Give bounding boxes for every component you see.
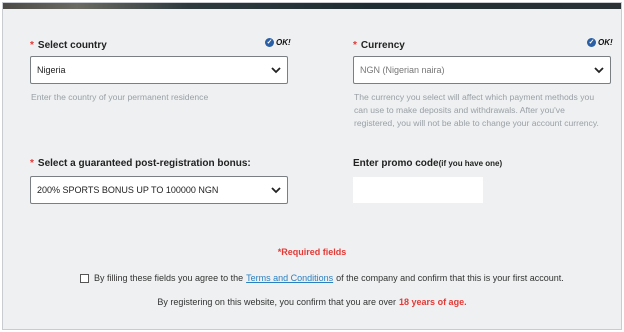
- promo-code-input[interactable]: [353, 177, 483, 203]
- currency-select[interactable]: NGN (Nigerian naira): [353, 56, 611, 84]
- country-hint: Enter the country of your permanent resi…: [31, 92, 209, 102]
- registration-form: * Select country ✓ OK! Nigeria Enter the c…: [2, 2, 622, 330]
- country-label: * Select country: [30, 40, 107, 51]
- header-banner-image: [3, 3, 621, 9]
- checkmark-icon: ✓: [265, 38, 274, 47]
- chevron-down-icon: [594, 67, 604, 74]
- country-select[interactable]: Nigeria: [30, 56, 288, 84]
- terms-and-conditions-link[interactable]: Terms and Conditions: [246, 273, 333, 283]
- age-notice: By registering on this website, you conf…: [157, 297, 467, 307]
- required-fields-note: *Required fields: [277, 247, 347, 257]
- currency-hint: The currency you select will affect whic…: [354, 92, 599, 128]
- bonus-label: * Select a guaranteed post-registration b…: [30, 158, 251, 169]
- chevron-down-icon: [271, 67, 281, 74]
- chevron-down-icon: [271, 187, 281, 194]
- country-ok-status: ✓ OK!: [265, 38, 291, 47]
- promo-code-label: Enter promo code(if you have one): [353, 158, 503, 169]
- currency-ok-status: ✓ OK!: [587, 38, 613, 47]
- bonus-select[interactable]: 200% SPORTS BONUS UP TO 100000 NGN: [30, 176, 288, 204]
- currency-label: * Currency: [353, 40, 405, 51]
- checkmark-icon: ✓: [587, 38, 596, 47]
- terms-checkbox[interactable]: [80, 273, 89, 283]
- terms-agreement: By filling these fields you agree to the…: [80, 273, 564, 283]
